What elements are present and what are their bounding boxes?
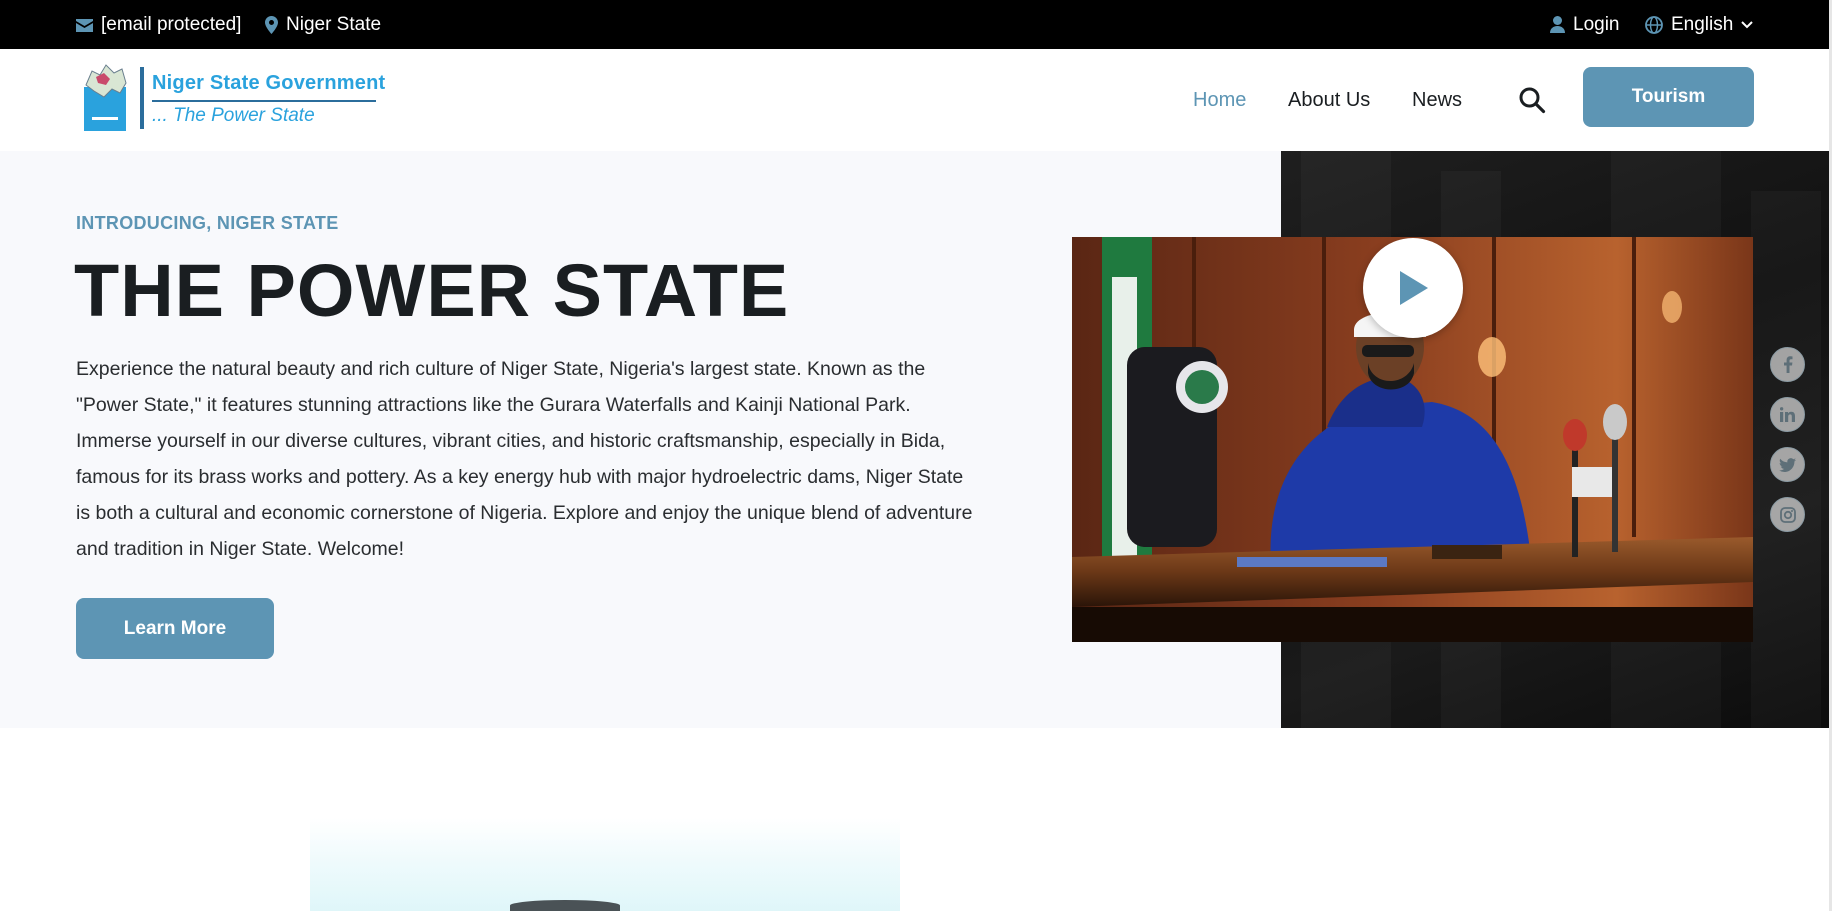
email-contact[interactable]: [email protected]	[76, 0, 241, 49]
logo-divider	[140, 67, 144, 129]
globe-icon	[1645, 15, 1663, 34]
image-shoreline	[510, 900, 620, 911]
location-text: Niger State	[286, 13, 382, 35]
state-emblem-icon	[84, 64, 127, 131]
site-logo[interactable]: Niger State Government ... The Power Sta…	[82, 63, 385, 135]
play-video-button[interactable]	[1363, 238, 1463, 338]
user-icon	[1550, 16, 1565, 33]
login-label: Login	[1573, 13, 1620, 35]
linkedin-icon	[1780, 407, 1795, 422]
nav-home[interactable]: Home	[1193, 49, 1246, 151]
section-image	[310, 818, 900, 911]
language-select[interactable]: English	[1645, 0, 1754, 49]
login-link[interactable]: Login	[1550, 0, 1620, 49]
facebook-link[interactable]	[1770, 347, 1805, 382]
twitter-icon	[1779, 457, 1796, 472]
instagram-link[interactable]	[1770, 497, 1805, 532]
play-icon	[1400, 271, 1428, 305]
logo-tagline: ... The Power State	[152, 105, 315, 126]
instagram-icon	[1779, 506, 1796, 523]
twitter-link[interactable]	[1770, 447, 1805, 482]
site-header: Niger State Government ... The Power Sta…	[0, 49, 1832, 151]
learn-more-button[interactable]: Learn More	[76, 598, 274, 659]
linkedin-link[interactable]	[1770, 397, 1805, 432]
hero-paragraph: Experience the natural beauty and rich c…	[76, 358, 973, 560]
top-bar: [email protected] Niger State Login Engl…	[0, 0, 1832, 49]
hero-headline: THE POWER STATE	[74, 249, 790, 332]
location-contact: Niger State	[265, 0, 381, 49]
email-text: [email protected]	[101, 13, 242, 35]
tourism-button[interactable]: Tourism	[1583, 67, 1754, 127]
logo-title: Niger State Government	[152, 72, 386, 94]
hero-eyebrow: INTRODUCING, NIGER STATE	[76, 213, 339, 233]
envelope-icon	[76, 18, 93, 32]
facebook-icon	[1783, 356, 1792, 373]
nav-news[interactable]: News	[1412, 49, 1462, 151]
nav-about-us[interactable]: About Us	[1288, 49, 1370, 151]
chevron-down-icon	[1741, 20, 1754, 28]
search-icon[interactable]	[1518, 86, 1546, 114]
language-label: English	[1671, 13, 1734, 35]
logo-rule	[152, 100, 376, 102]
map-pin-icon	[265, 15, 278, 34]
